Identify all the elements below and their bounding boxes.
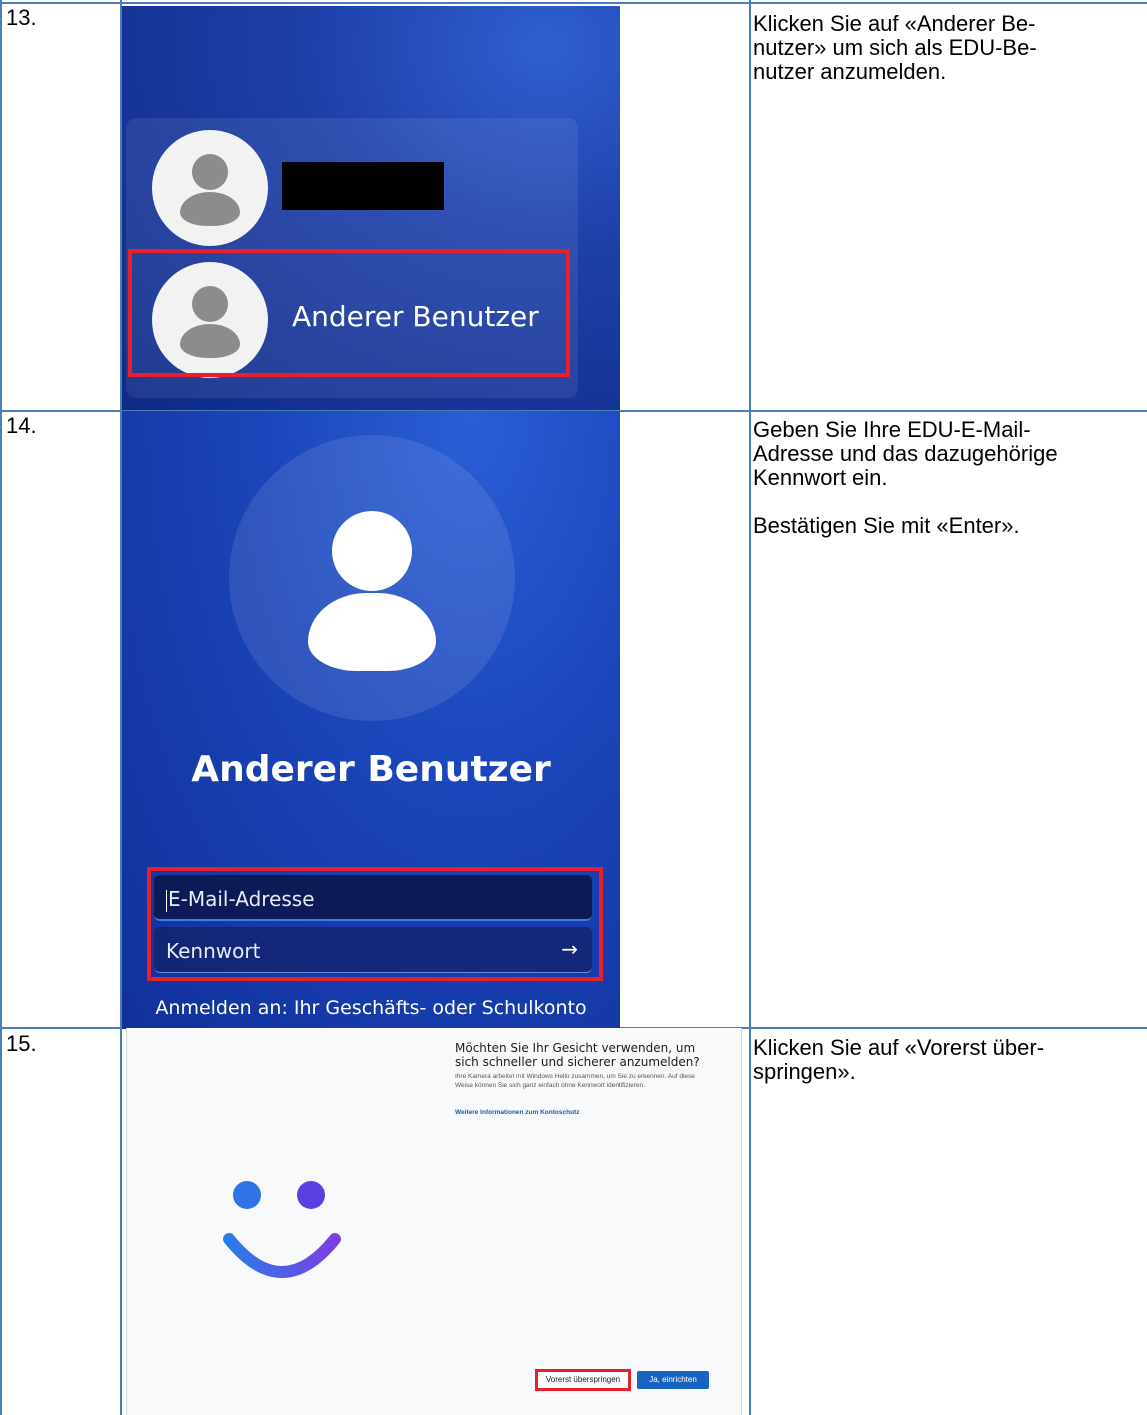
screenshot-windows-hello: Möchten Sie Ihr Gesicht verwenden, um si… — [126, 1028, 742, 1415]
sign-in-target: Anmelden an: Ihr Geschäfts- oder Schulko… — [155, 997, 587, 1019]
instruction-line: Klicken Sie auf «Vorerst über- — [753, 1035, 1045, 1060]
table-divider-2 — [749, 0, 751, 1415]
instruction-line: nutzer anzumelden. — [753, 59, 947, 84]
instruction-line: Klicken Sie auf «Anderer Be- — [753, 11, 1036, 36]
step-number: 14. — [6, 413, 37, 438]
skip-for-now-button[interactable]: Vorerst überspringen — [535, 1369, 631, 1391]
table-border-left — [0, 0, 2, 1415]
screenshot-user-selection: Anderer Benutzer — [122, 6, 620, 410]
more-info-link[interactable]: Weitere Informationen zum Kontoschutz — [455, 1109, 579, 1116]
instruction-line: springen». — [753, 1059, 856, 1084]
highlight-box — [147, 867, 603, 981]
instruction-line: nutzer» um sich als EDU-Be- — [753, 35, 1037, 60]
instruction-line: Kennwort ein. — [753, 465, 888, 490]
set-up-button[interactable]: Ja, einrichten — [637, 1371, 709, 1389]
user-icon-body — [308, 593, 436, 671]
user-icon-head — [332, 511, 412, 591]
table-border-top — [0, 2, 1147, 4]
step-number: 13. — [6, 5, 37, 30]
dialog-body: Ihre Kamera arbeitet mit Windows Hello z… — [455, 1073, 695, 1089]
instruction-line: Geben Sie Ihre EDU-E-Mail- — [753, 417, 1031, 442]
screenshot-sign-in: Anderer Benutzer E-Mail-Adresse Kennwort… — [122, 411, 620, 1029]
redacted-username — [282, 162, 444, 210]
step-number: 15. — [6, 1031, 37, 1056]
instruction-text: Klicken Sie auf «Anderer Be- nutzer» um … — [753, 12, 1143, 84]
smile-icon — [223, 1233, 341, 1278]
instruction-text: Geben Sie Ihre EDU-E-Mail- Adresse und d… — [753, 418, 1143, 538]
face-right-eye — [297, 1181, 325, 1209]
avatar-head — [192, 154, 228, 190]
sign-in-title: Anderer Benutzer — [191, 749, 551, 790]
avatar-body — [180, 192, 240, 226]
dialog-heading: Möchten Sie Ihr Gesicht verwenden, um si… — [455, 1041, 700, 1069]
highlight-box — [128, 249, 570, 377]
instruction-text: Klicken Sie auf «Vorerst über- springen»… — [753, 1036, 1143, 1084]
face-left-eye — [233, 1181, 261, 1209]
instruction-line: Bestätigen Sie mit «Enter». — [753, 513, 1020, 538]
instruction-line: Adresse und das dazugehörige — [753, 441, 1058, 466]
